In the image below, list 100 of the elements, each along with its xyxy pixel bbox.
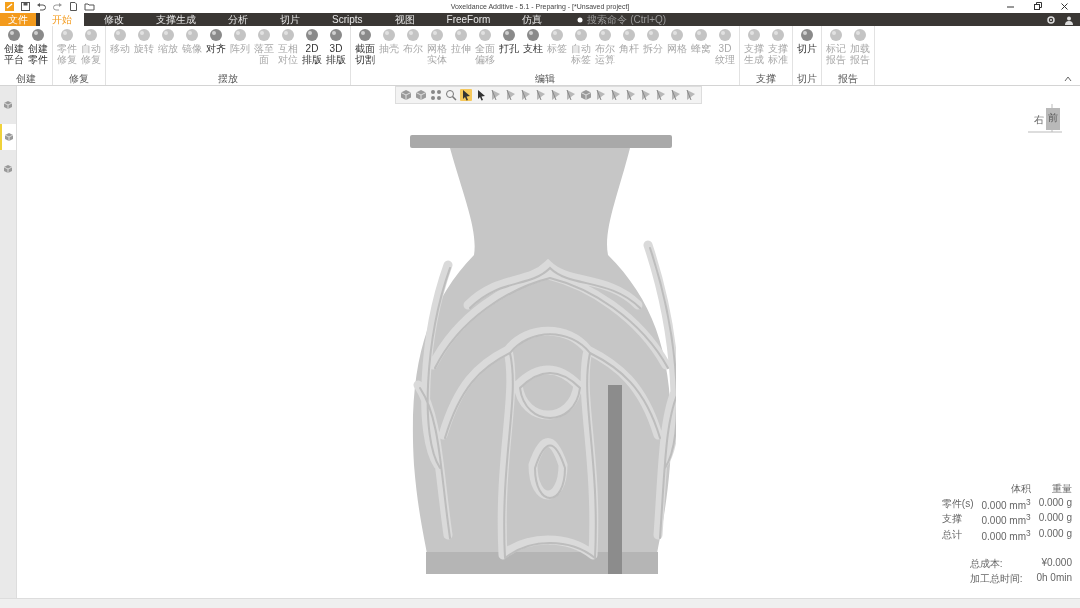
sphere-icon [502,28,516,42]
ribbon-button[interactable]: 对齐 [204,26,228,73]
ribbon-button[interactable]: 创建平台 [2,26,26,73]
ribbon-tab[interactable]: 支撑生成 [144,13,208,26]
triangle-icon[interactable] [640,89,652,101]
ribbon-tab[interactable]: Scripts [320,13,375,26]
group-label: 切片 [796,73,818,85]
triangle-icon[interactable] [655,89,667,101]
column-header: 体积 [1009,482,1031,496]
volume-value: 0.000 mm$^{3}$ [981,512,1031,527]
restore-icon[interactable] [1032,1,1043,12]
ribbon-button[interactable]: 切片 [795,26,819,73]
cube-icon [4,132,14,142]
ribbon-tab[interactable]: 视图 [382,13,427,26]
sphere-icon [209,28,223,42]
ribbon-tab[interactable]: 修改 [92,13,136,26]
close-icon[interactable] [1059,1,1070,12]
sphere-icon [430,28,444,42]
sphere-icon [406,28,420,42]
cube-icon [3,164,13,174]
ribbon-button[interactable]: 支柱 [521,26,545,73]
group-label: 支撑 [755,73,777,85]
triangle-icon[interactable] [670,89,682,101]
sphere-icon [670,28,684,42]
sphere-icon [233,28,247,42]
save-icon[interactable] [20,1,31,12]
triangle-icon[interactable] [625,89,637,101]
sphere-icon [853,28,867,42]
sphere-icon [382,28,396,42]
triangle-icon[interactable] [685,89,697,101]
total-value: ¥0.000 [1040,557,1072,570]
ribbon-button[interactable]: 打孔 [497,26,521,73]
triangle-icon[interactable] [520,89,532,101]
group-label: 报告 [837,73,859,85]
cube-icon[interactable] [400,89,412,101]
triangle-icon[interactable] [610,89,622,101]
search-field[interactable]: 搜索命令 (Ctrl+Q) [564,13,702,26]
settings-icon[interactable] [1046,14,1056,25]
vase-model-drawing[interactable] [408,135,676,575]
sphere-icon [454,28,468,42]
collapse-caret-icon[interactable] [1064,76,1072,82]
user-icon[interactable] [1064,14,1074,25]
triangle-icon[interactable] [550,89,562,101]
row-label: 总计 [941,527,963,542]
sphere-icon [7,28,21,42]
ribbon-button[interactable]: 2D排版 [300,26,324,73]
sphere-icon [622,28,636,42]
sphere-icon [358,28,372,42]
cursor-icon[interactable] [475,89,487,101]
triangle-icon[interactable] [565,89,577,101]
triangle-icon[interactable] [505,89,517,101]
ribbon-tab[interactable]: 开始 [40,13,84,26]
sphere-icon [185,28,199,42]
cursor-icon[interactable] [460,89,472,101]
column-header: 重量 [1051,482,1072,496]
group-label: 摆放 [217,73,239,85]
sphere-icon [800,28,814,42]
sphere-icon [526,28,540,42]
dots-icon[interactable] [430,89,442,101]
sphere-icon [747,28,761,42]
sphere-icon [161,28,175,42]
sphere-icon [550,28,564,42]
folder-icon[interactable] [84,1,95,12]
sphere-icon [598,28,612,42]
volume-value: 0.000 mm$^{3}$ [981,527,1031,542]
sphere-icon [329,28,343,42]
undo-icon[interactable] [36,1,47,12]
total-value: 0h 0min [1036,572,1072,585]
total-label: 加工总时间: [969,572,1023,586]
sphere-icon [574,28,588,42]
ribbon-tab[interactable]: 仿真 [510,13,555,26]
cube-icon[interactable] [580,89,592,101]
ribbon-button[interactable]: 3D排版 [324,26,348,73]
sphere-icon [60,28,74,42]
weight-value: 0.000 g [1038,512,1072,526]
row-label: 零件(s) [941,497,974,511]
sphere-icon [646,28,660,42]
ribbon-button[interactable]: 创建零件 [26,26,50,73]
sphere-icon [281,28,295,42]
cube-face[interactable]: 前 [1046,108,1060,130]
cube-face[interactable]: 右 [1032,110,1046,130]
sidebar-tab[interactable] [0,124,16,150]
triangle-icon[interactable] [535,89,547,101]
ribbon-tab[interactable]: 文件 [0,13,36,26]
ribbon-tab[interactable]: FreeForm [434,13,503,26]
cube-icon[interactable] [415,89,427,101]
sphere-icon [31,28,45,42]
sphere-icon [478,28,492,42]
row-label: 支撑 [941,512,963,527]
ribbon-tab[interactable]: 切片 [268,13,312,26]
ribbon-tab[interactable]: 分析 [216,13,260,26]
triangle-icon[interactable] [595,89,607,101]
sphere-icon [829,28,843,42]
ribbon-button[interactable]: 截面切割 [353,26,377,73]
redo-icon[interactable] [52,1,63,12]
new-file-icon[interactable] [68,1,79,12]
weight-value: 0.000 g [1038,497,1072,510]
sphere-icon [718,28,732,42]
group-label: 修复 [68,73,90,85]
total-label: 总成本: [969,557,1004,571]
